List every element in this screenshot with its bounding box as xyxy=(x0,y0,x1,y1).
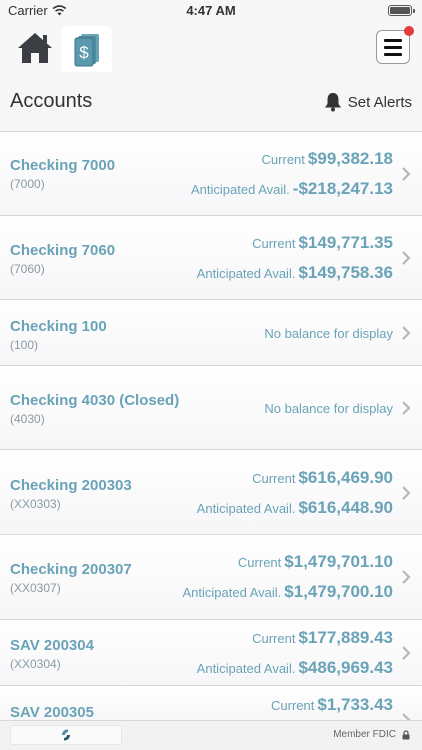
anticipated-balance-line: Anticipated Avail. $616,448.90 xyxy=(197,498,393,518)
account-row[interactable]: Checking 7060 (7060) Current $149,771.35… xyxy=(0,216,422,300)
current-balance: $1,733.43 xyxy=(317,695,393,714)
chevron-right-icon xyxy=(402,570,411,584)
accounts-tab[interactable]: $ xyxy=(62,26,112,72)
chevron-right-icon xyxy=(402,251,411,265)
home-button[interactable] xyxy=(12,26,58,70)
home-icon xyxy=(18,33,52,63)
anticipated-balance: -$218,247.13 xyxy=(292,179,393,198)
bank-logo-icon xyxy=(61,729,71,741)
notification-badge xyxy=(404,26,414,36)
battery-icon xyxy=(388,5,415,16)
current-label: Current xyxy=(252,471,296,486)
account-number: (100) xyxy=(10,338,39,352)
menu-button[interactable] xyxy=(376,26,414,64)
current-balance: $177,889.43 xyxy=(298,628,393,647)
anticipated-balance-line: Anticipated Avail. -$218,247.13 xyxy=(191,179,393,199)
status-bar: Carrier 4:47 AM xyxy=(0,0,422,22)
account-row[interactable]: SAV 200304 (XX0304) Current $177,889.43 … xyxy=(0,620,422,686)
account-name: Checking 200303 xyxy=(10,477,132,494)
current-balance-line: Current $177,889.43 xyxy=(252,628,393,648)
account-number: (4030) xyxy=(10,412,45,426)
anticipated-label: Anticipated Avail. xyxy=(196,501,296,516)
anticipated-balance: $1,479,700.10 xyxy=(284,582,393,601)
current-balance-line: Current $149,771.35 xyxy=(252,233,393,253)
current-balance: $99,382.18 xyxy=(307,149,393,168)
current-balance-line: Current $1,479,701.10 xyxy=(238,552,393,572)
bell-icon xyxy=(324,93,341,112)
page-title: Accounts xyxy=(10,90,93,112)
current-balance: $616,469.90 xyxy=(298,468,393,487)
account-number: (XX0304) xyxy=(10,657,61,671)
anticipated-balance-line: Anticipated Avail. $1,479,700.10 xyxy=(183,582,394,602)
dollar-cards-icon: $ xyxy=(74,34,99,67)
account-number: (XX0303) xyxy=(10,497,61,511)
account-name: SAV 200304 xyxy=(10,637,94,654)
anticipated-balance-line: Anticipated Avail. $149,758.36 xyxy=(197,263,393,283)
anticipated-balance: $149,758.36 xyxy=(298,263,393,282)
chevron-right-icon xyxy=(402,486,411,500)
account-number: (7060) xyxy=(10,262,45,276)
account-row[interactable]: Checking 7000 (7000) Current $99,382.18 … xyxy=(0,132,422,216)
current-label: Current xyxy=(252,631,296,646)
member-fdic-label: Member FDIC xyxy=(333,729,396,740)
account-name: Checking 7060 xyxy=(10,242,116,259)
account-name: Checking 4030 (Closed) xyxy=(10,392,180,409)
no-balance-text: No balance for display xyxy=(264,326,393,341)
current-label: Current xyxy=(271,698,315,713)
current-label: Current xyxy=(237,555,282,570)
anticipated-label: Anticipated Avail. xyxy=(191,182,290,197)
set-alerts-label: Set Alerts xyxy=(347,93,412,111)
chevron-right-icon xyxy=(402,326,411,340)
footer-bar: Member FDIC xyxy=(0,720,422,750)
account-row[interactable]: Checking 100 (100) No balance for displa… xyxy=(0,300,422,366)
chevron-right-icon xyxy=(402,646,411,660)
current-balance-line: Current $1,733.43 xyxy=(271,695,393,715)
current-balance-line: Current $99,382.18 xyxy=(262,149,393,169)
chevron-right-icon xyxy=(402,401,411,415)
top-nav: $ xyxy=(0,22,422,72)
account-name: Checking 200307 xyxy=(10,561,132,578)
account-row[interactable]: Checking 4030 (Closed) (4030) No balance… xyxy=(0,366,422,450)
current-label: Current xyxy=(261,152,305,167)
anticipated-label: Anticipated Avail. xyxy=(196,661,296,676)
account-row[interactable]: Checking 200307 (XX0307) Current $1,479,… xyxy=(0,535,422,620)
lock-icon xyxy=(402,729,410,739)
account-list: Checking 7000 (7000) Current $99,382.18 … xyxy=(0,132,422,727)
chevron-right-icon xyxy=(402,167,411,181)
current-balance: $149,771.35 xyxy=(298,233,393,252)
account-row[interactable]: Checking 200303 (XX0303) Current $616,46… xyxy=(0,450,422,535)
member-fdic: Member FDIC xyxy=(333,729,410,740)
page-header: Accounts Set Alerts xyxy=(0,72,422,132)
bank-logo xyxy=(10,725,122,745)
account-number: (XX0307) xyxy=(10,581,61,595)
account-number: (7000) xyxy=(10,177,45,191)
status-time: 4:47 AM xyxy=(186,3,236,18)
anticipated-balance: $616,448.90 xyxy=(298,498,393,517)
current-label: Current xyxy=(252,236,296,251)
current-balance-line: Current $616,469.90 xyxy=(252,468,393,488)
anticipated-balance: $486,969.43 xyxy=(298,658,393,677)
no-balance-text: No balance for display xyxy=(264,401,393,416)
current-balance: $1,479,701.10 xyxy=(284,552,393,571)
account-name: Checking 7000 xyxy=(10,157,116,174)
anticipated-label: Anticipated Avail. xyxy=(182,585,282,600)
account-name: Checking 100 xyxy=(10,318,107,335)
anticipated-balance-line: Anticipated Avail. $486,969.43 xyxy=(197,658,393,678)
account-name: SAV 200305 xyxy=(10,704,94,721)
anticipated-label: Anticipated Avail. xyxy=(196,266,296,281)
set-alerts-button[interactable]: Set Alerts xyxy=(324,92,412,112)
svg-text:$: $ xyxy=(79,43,89,62)
account-row[interactable]: SAV 200305 Current $1,733.43 xyxy=(0,686,422,727)
